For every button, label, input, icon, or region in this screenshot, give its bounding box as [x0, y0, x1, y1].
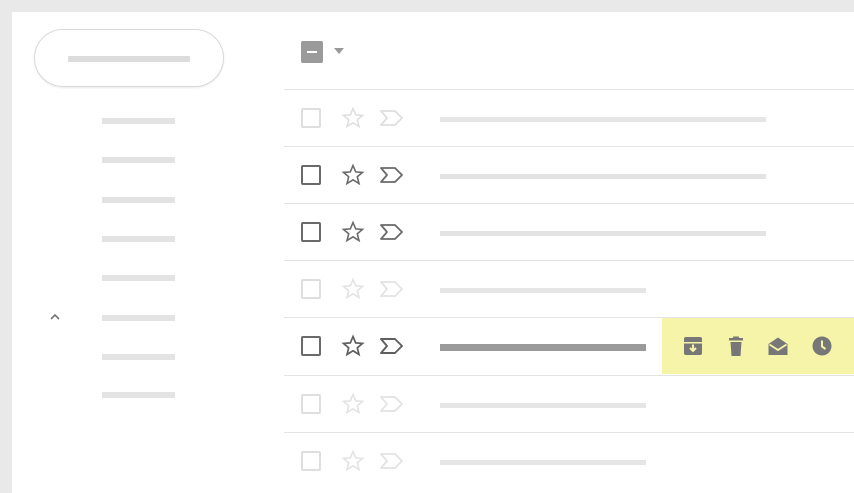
row-checkbox[interactable] [301, 451, 321, 471]
email-row-2[interactable] [284, 147, 854, 203]
indeterminate-minus-icon [307, 51, 317, 53]
row-checkbox[interactable] [301, 222, 321, 242]
mark-as-read-icon[interactable] [767, 335, 789, 357]
subject-placeholder [440, 460, 646, 465]
email-row-6[interactable] [284, 376, 854, 432]
mail-window [12, 12, 854, 493]
important-marker-icon[interactable] [379, 451, 405, 471]
row-checkbox[interactable] [301, 336, 321, 356]
email-row-7[interactable] [284, 433, 854, 489]
sidebar-item-5[interactable] [102, 275, 175, 281]
sidebar-item-1[interactable] [102, 118, 175, 124]
row-checkbox[interactable] [301, 108, 321, 128]
star-icon[interactable] [341, 106, 365, 130]
star-icon[interactable] [341, 449, 365, 473]
important-marker-icon[interactable] [379, 394, 405, 414]
subject-placeholder [440, 174, 766, 179]
important-marker-icon[interactable] [379, 336, 405, 356]
email-row-4[interactable] [284, 261, 854, 317]
important-marker-icon[interactable] [379, 222, 405, 242]
star-icon[interactable] [341, 392, 365, 416]
email-row-1[interactable] [284, 90, 854, 146]
star-icon[interactable] [341, 277, 365, 301]
sidebar-item-7[interactable] [102, 354, 175, 360]
hover-action-bar [662, 318, 854, 374]
sidebar-item-6[interactable] [102, 315, 175, 321]
star-icon[interactable] [341, 220, 365, 244]
email-row-5-hovered[interactable] [284, 318, 854, 374]
compose-button[interactable] [34, 29, 224, 87]
row-checkbox[interactable] [301, 279, 321, 299]
important-marker-icon[interactable] [379, 108, 405, 128]
sidebar-item-2[interactable] [102, 157, 175, 163]
snooze-icon[interactable] [811, 335, 833, 357]
caret-down-icon[interactable] [334, 48, 344, 54]
subject-placeholder [440, 288, 646, 293]
archive-icon[interactable] [682, 335, 704, 357]
row-checkbox[interactable] [301, 394, 321, 414]
email-row-3[interactable] [284, 204, 854, 260]
subject-placeholder [440, 403, 646, 408]
compose-label-placeholder [68, 56, 190, 62]
row-checkbox[interactable] [301, 165, 321, 185]
important-marker-icon[interactable] [379, 279, 405, 299]
sidebar-item-4[interactable] [102, 236, 175, 242]
star-icon[interactable] [341, 334, 365, 358]
subject-placeholder [440, 344, 646, 351]
select-all-checkbox[interactable] [301, 41, 323, 63]
star-icon[interactable] [341, 163, 365, 187]
subject-placeholder [440, 231, 766, 236]
sidebar-item-8[interactable] [102, 392, 175, 398]
delete-icon[interactable] [725, 335, 747, 357]
subject-placeholder [440, 117, 766, 122]
sidebar-item-3[interactable] [102, 197, 175, 203]
chevron-up-icon[interactable] [50, 312, 60, 322]
important-marker-icon[interactable] [379, 165, 405, 185]
